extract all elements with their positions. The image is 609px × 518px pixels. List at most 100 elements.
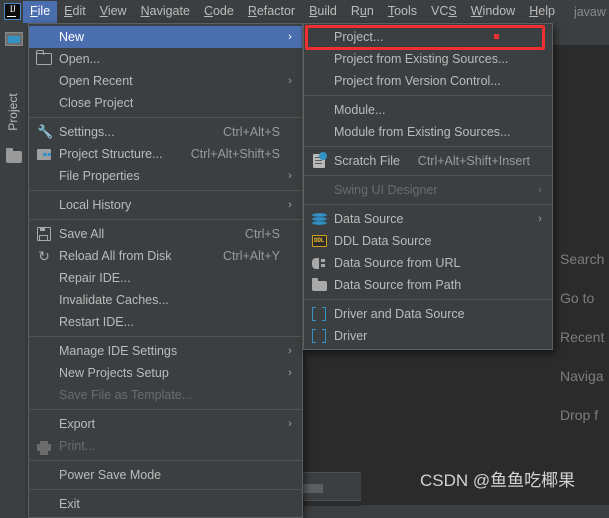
file-menu-item-power-save-mode[interactable]: Power Save Mode — [29, 464, 302, 486]
menubar-item-refactor[interactable]: Refactor — [241, 1, 302, 23]
menu-item-label: Power Save Mode — [59, 468, 162, 482]
new-submenu-item-driver[interactable]: Driver — [304, 325, 552, 347]
new-submenu-item-project[interactable]: Project... — [304, 26, 552, 48]
menubar-item-run[interactable]: Run — [344, 1, 381, 23]
no-icon — [33, 165, 55, 187]
chevron-right-icon: › — [288, 418, 292, 430]
new-submenu-item-data-source-from-url[interactable]: Data Source from URL — [304, 252, 552, 274]
file-menu-item-repair-ide[interactable]: Repair IDE... — [29, 267, 302, 289]
wrench-icon: 🔧 — [37, 124, 54, 139]
driver-icon — [312, 328, 326, 344]
new-submenu-item-module-from-existing-sources[interactable]: Module from Existing Sources... — [304, 121, 552, 143]
printer-icon — [37, 440, 51, 455]
chevron-right-icon: › — [288, 31, 292, 43]
menu-separator — [29, 460, 302, 461]
no-icon — [308, 48, 330, 70]
menu-item-label: Project from Existing Sources... — [334, 52, 509, 66]
menu-item-label: Module from Existing Sources... — [334, 125, 511, 139]
new-submenu-item-ddl-data-source[interactable]: DDL DDL Data Source — [304, 230, 552, 252]
menu-item-label: Invalidate Caches... — [59, 293, 169, 307]
new-submenu-item-data-source[interactable]: Data Source › — [304, 208, 552, 230]
menu-item-label: Local History — [59, 198, 132, 212]
no-icon — [33, 26, 55, 48]
no-icon — [33, 384, 55, 406]
menu-separator — [29, 117, 302, 118]
scratch-file-icon — [313, 152, 327, 168]
menu-item-label: Project Structure... — [59, 147, 163, 161]
menu-item-label: Project... — [334, 30, 384, 44]
no-icon — [308, 70, 330, 92]
menubar-item-file[interactable]: File — [23, 0, 58, 23]
watermark-text: CSDN @鱼鱼吃椰果 — [420, 471, 576, 490]
file-menu-item-invalidate-caches[interactable]: Invalidate Caches... — [29, 289, 302, 311]
no-icon — [33, 267, 55, 289]
chevron-right-icon: › — [538, 184, 542, 196]
menubar-item-edit[interactable]: Edit — [57, 1, 93, 23]
menubar-item-window[interactable]: Window — [464, 1, 522, 23]
menu-separator — [304, 299, 552, 300]
chevron-right-icon: › — [288, 367, 292, 379]
sidebar-item-project[interactable]: Project — [2, 76, 24, 148]
file-menu-item-open-recent[interactable]: Open Recent › — [29, 70, 302, 92]
editor-hint-row: Naviga — [560, 368, 604, 384]
driver-icon — [312, 306, 326, 322]
file-menu-item-new-projects-setup[interactable]: New Projects Setup › — [29, 362, 302, 384]
file-menu-item-new[interactable]: New › — [29, 26, 302, 48]
file-menu-item-export[interactable]: Export › — [29, 413, 302, 435]
no-icon — [33, 413, 55, 435]
window-context-label: javaw — [573, 4, 606, 19]
new-submenu-item-scratch-file[interactable]: Scratch File Ctrl+Alt+Shift+Insert — [304, 150, 552, 172]
menubar-item-vcs[interactable]: VCS — [424, 1, 464, 23]
reload-icon: ↻ — [38, 248, 50, 264]
file-menu-item-restart-ide[interactable]: Restart IDE... — [29, 311, 302, 333]
menu-separator — [304, 204, 552, 205]
menu-item-label: Restart IDE... — [59, 315, 135, 329]
menubar-item-help[interactable]: Help — [522, 1, 562, 23]
menu-item-label: Print... — [59, 439, 96, 453]
editor-hint-row: Search — [560, 251, 605, 267]
menu-separator — [29, 409, 302, 410]
menu-item-label: Swing UI Designer — [334, 183, 438, 197]
menu-item-label: Save File as Template... — [59, 388, 193, 402]
project-structure-icon — [37, 148, 51, 160]
menu-item-label: Data Source — [334, 212, 404, 226]
menu-separator — [304, 175, 552, 176]
file-menu-item-exit[interactable]: Exit — [29, 493, 302, 515]
no-icon — [33, 311, 55, 333]
file-menu-item-file-properties[interactable]: File Properties › — [29, 165, 302, 187]
tool-window-icon[interactable] — [5, 32, 23, 46]
file-menu-item-save-all[interactable]: Save All Ctrl+S — [29, 223, 302, 245]
menu-item-shortcut: Ctrl+Alt+Shift+S — [190, 147, 280, 161]
file-menu-item-project-structure[interactable]: Project Structure... Ctrl+Alt+Shift+S — [29, 143, 302, 165]
menubar-item-tools[interactable]: Tools — [381, 1, 424, 23]
menu-item-label: Reload All from Disk — [59, 249, 172, 263]
menubar-item-code[interactable]: Code — [197, 1, 241, 23]
new-submenu-item-driver-and-data-source[interactable]: Driver and Data Source — [304, 303, 552, 325]
menu-item-label: Exit — [59, 497, 80, 511]
new-submenu-item-data-source-from-path[interactable]: Data Source from Path — [304, 274, 552, 296]
file-menu-item-print: Print... — [29, 435, 302, 457]
no-icon — [308, 121, 330, 143]
menu-separator — [29, 219, 302, 220]
file-menu-item-open[interactable]: Open... — [29, 48, 302, 70]
new-submenu-item-project-from-existing-sources[interactable]: Project from Existing Sources... — [304, 48, 552, 70]
menubar-item-view[interactable]: View — [93, 1, 134, 23]
file-menu-item-close-project[interactable]: Close Project — [29, 92, 302, 114]
file-menu-item-manage-ide-settings[interactable]: Manage IDE Settings › — [29, 340, 302, 362]
new-submenu-item-project-from-version-control[interactable]: Project from Version Control... — [304, 70, 552, 92]
save-icon — [37, 227, 51, 241]
menu-item-label: Scratch File — [334, 154, 400, 168]
menu-separator — [29, 489, 302, 490]
file-menu-item-settings[interactable]: 🔧 Settings... Ctrl+Alt+S — [29, 121, 302, 143]
new-submenu-item-module[interactable]: Module... — [304, 99, 552, 121]
menubar-item-build[interactable]: Build — [302, 1, 344, 23]
chevron-right-icon: › — [288, 75, 292, 87]
chevron-right-icon: › — [288, 199, 292, 211]
menu-item-shortcut: Ctrl+Alt+Shift+Insert — [417, 154, 530, 168]
file-menu-item-local-history[interactable]: Local History › — [29, 194, 302, 216]
menubar-item-navigate[interactable]: Navigate — [134, 1, 197, 23]
menu-item-label: Driver — [334, 329, 368, 343]
menu-item-label: Open Recent — [59, 74, 133, 88]
no-icon — [33, 194, 55, 216]
file-menu-item-reload-all-from-disk[interactable]: ↻ Reload All from Disk Ctrl+Alt+Y — [29, 245, 302, 267]
